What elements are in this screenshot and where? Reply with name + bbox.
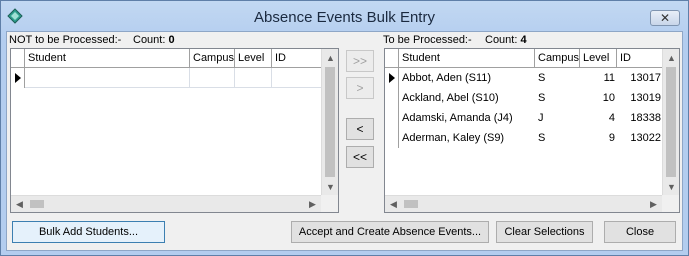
left-new-student-cell[interactable] (25, 68, 190, 88)
window-title: Absence Events Bulk Entry (254, 9, 435, 26)
student-cell[interactable]: Abbot, Aden (S11) (399, 68, 535, 88)
bulk-add-students-button[interactable]: Bulk Add Students... (12, 221, 165, 243)
table-row[interactable]: Adamski, Amanda (J4) J 4 18338 (385, 108, 663, 128)
campus-cell[interactable]: J (535, 108, 580, 128)
current-row-arrow-icon (15, 73, 21, 83)
scroll-left-icon[interactable]: ◀ (385, 196, 402, 213)
campus-cell[interactable]: S (535, 128, 580, 148)
left-scroll-corner (321, 195, 338, 212)
accept-create-absence-events-button[interactable]: Accept and Create Absence Events... (291, 221, 489, 243)
left-header-indicator (11, 49, 25, 68)
left-header-campus[interactable]: Campus (190, 49, 235, 68)
move-all-right-button[interactable]: >> (346, 50, 374, 72)
row-indicator (385, 88, 399, 108)
left-new-campus-cell[interactable] (190, 68, 235, 88)
id-cell[interactable]: 13019 (617, 88, 663, 108)
left-caption-label: NOT to be Processed:- (9, 34, 122, 46)
scroll-right-icon[interactable]: ▶ (304, 196, 321, 213)
left-new-level-cell[interactable] (235, 68, 272, 88)
table-row[interactable]: Abbot, Aden (S11) S 11 13017 (385, 68, 663, 88)
left-horizontal-scrollbar[interactable]: ◀ ▶ (11, 195, 321, 212)
not-processed-grid[interactable]: Student Campus Level ID ▲ ▼ ◀ ▶ (10, 48, 339, 213)
row-indicator (385, 128, 399, 148)
level-cell[interactable]: 4 (580, 108, 617, 128)
student-cell[interactable]: Adamski, Amanda (J4) (399, 108, 535, 128)
close-button[interactable]: Close (604, 221, 676, 243)
clear-selections-button[interactable]: Clear Selections (496, 221, 593, 243)
current-row-arrow-icon (389, 73, 395, 83)
scroll-left-icon[interactable]: ◀ (11, 196, 28, 213)
dialog-client-area: NOT to be Processed:- Count: 0 To be Pro… (6, 31, 683, 251)
left-caption: NOT to be Processed:- (9, 34, 121, 46)
left-vertical-scrollbar[interactable]: ▲ ▼ (321, 49, 338, 195)
scroll-up-icon[interactable]: ▲ (322, 49, 339, 66)
campus-cell[interactable]: S (535, 88, 580, 108)
dialog-window: Absence Events Bulk Entry ✕ NOT to be Pr… (0, 0, 689, 256)
move-left-button[interactable]: < (346, 118, 374, 140)
row-indicator (11, 68, 25, 88)
left-new-id-cell[interactable] (272, 68, 322, 88)
to-be-processed-grid[interactable]: Student Campus Level ID Abbot, Aden (S11… (384, 48, 680, 213)
right-vscroll-thumb[interactable] (666, 67, 676, 177)
id-cell[interactable]: 13022 (617, 128, 663, 148)
right-header-level[interactable]: Level (580, 49, 617, 68)
right-caption-label: To be Processed:- (383, 34, 472, 46)
close-icon: ✕ (659, 11, 671, 25)
title-bar: Absence Events Bulk Entry ✕ (1, 1, 688, 31)
scroll-right-icon[interactable]: ▶ (645, 196, 662, 213)
right-scroll-corner (662, 195, 679, 212)
row-indicator (385, 108, 399, 128)
campus-cell[interactable]: S (535, 68, 580, 88)
right-count: Count: 4 (485, 34, 527, 46)
left-header-student[interactable]: Student (25, 49, 190, 68)
right-vertical-scrollbar[interactable]: ▲ ▼ (662, 49, 679, 195)
right-count-value: 4 (520, 34, 527, 46)
left-count: Count: 0 (133, 34, 175, 46)
left-count-label: Count: (133, 34, 166, 46)
left-new-row[interactable] (11, 68, 322, 88)
id-cell[interactable]: 13017 (617, 68, 663, 88)
right-grid-header: Student Campus Level ID (385, 49, 663, 68)
right-header-indicator (385, 49, 399, 68)
right-horizontal-scrollbar[interactable]: ◀ ▶ (385, 195, 662, 212)
level-cell[interactable]: 11 (580, 68, 617, 88)
left-header-id[interactable]: ID (272, 49, 322, 68)
scroll-up-icon[interactable]: ▲ (663, 49, 680, 66)
left-count-value: 0 (168, 34, 175, 46)
move-all-left-button[interactable]: << (346, 146, 374, 168)
table-row[interactable]: Ackland, Abel (S10) S 10 13019 (385, 88, 663, 108)
student-cell[interactable]: Ackland, Abel (S10) (399, 88, 535, 108)
scroll-down-icon[interactable]: ▼ (322, 178, 339, 195)
move-right-button[interactable]: > (346, 77, 374, 99)
left-grid-header: Student Campus Level ID (11, 49, 322, 68)
window-close-button[interactable]: ✕ (650, 10, 680, 26)
scroll-down-icon[interactable]: ▼ (663, 178, 680, 195)
student-cell[interactable]: Aderman, Kaley (S9) (399, 128, 535, 148)
row-indicator (385, 68, 399, 88)
left-hscroll-thumb[interactable] (30, 200, 44, 208)
right-header-campus[interactable]: Campus (535, 49, 580, 68)
level-cell[interactable]: 10 (580, 88, 617, 108)
right-header-id[interactable]: ID (617, 49, 663, 68)
level-cell[interactable]: 9 (580, 128, 617, 148)
right-header-student[interactable]: Student (399, 49, 535, 68)
left-header-level[interactable]: Level (235, 49, 272, 68)
right-caption: To be Processed:- (383, 34, 472, 46)
right-hscroll-thumb[interactable] (404, 200, 418, 208)
left-vscroll-thumb[interactable] (325, 67, 335, 177)
table-row[interactable]: Aderman, Kaley (S9) S 9 13022 (385, 128, 663, 148)
id-cell[interactable]: 18338 (617, 108, 663, 128)
right-count-label: Count: (485, 34, 518, 46)
